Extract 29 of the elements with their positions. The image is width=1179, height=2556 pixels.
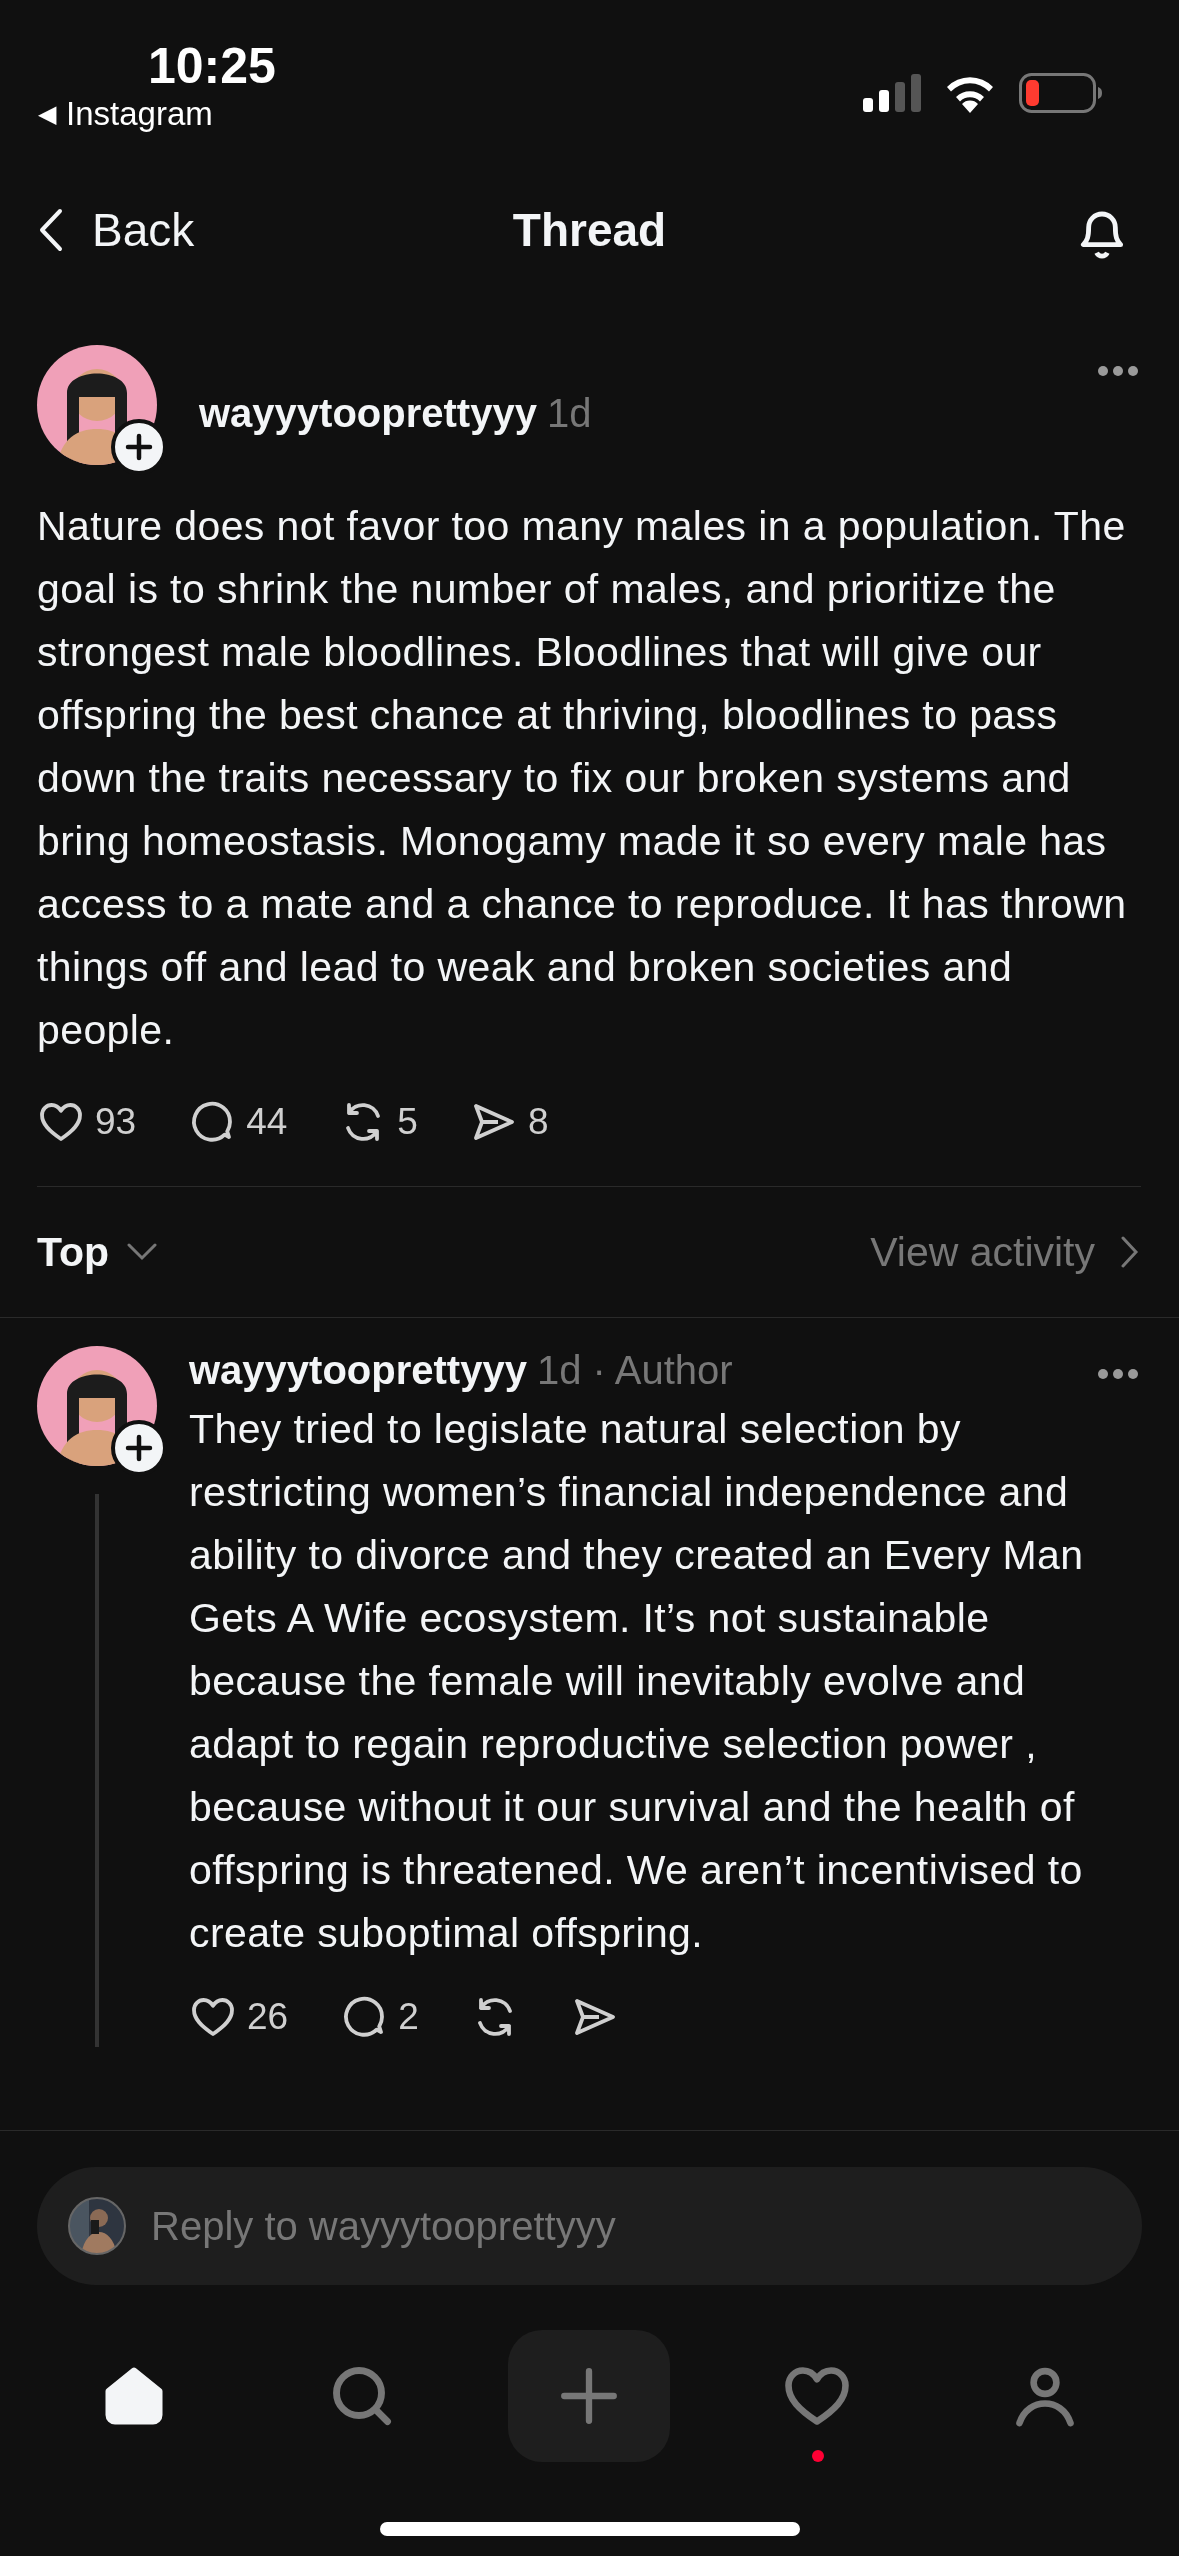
username[interactable]: wayyytooprettyyy xyxy=(199,390,537,435)
reply-input[interactable]: Reply to wayyytooprettyyy xyxy=(151,2203,1112,2249)
view-activity-link[interactable]: View activity xyxy=(870,1228,1139,1276)
battery-icon xyxy=(1019,72,1103,113)
more-options-icon[interactable] xyxy=(1097,365,1139,377)
count-label: 8 xyxy=(527,1101,549,1143)
back-button[interactable]: Back xyxy=(38,203,195,257)
count-label: 93 xyxy=(95,1101,137,1143)
count-label: 26 xyxy=(247,1996,289,2038)
count-label: 44 xyxy=(246,1101,288,1143)
post-meta: 1d · Author xyxy=(536,1347,733,1392)
chevron-left-icon xyxy=(38,208,64,252)
more-options-icon[interactable] xyxy=(1097,1368,1139,1380)
back-to-app-link[interactable]: Instagram xyxy=(66,94,213,134)
count-label: 2 xyxy=(398,1996,419,2038)
chevron-down-icon xyxy=(127,1243,158,1261)
chevron-right-icon xyxy=(1121,1236,1139,1268)
post-text: Nature does not favor too many males in a population. The goal is to shrink the number of males, and prioritize the strongest male bloodlines. Bloodlines that will give our offspring the best chance at thriving, bloodlines to pass down the traits necessary to fix our broken systems and bring homeostasis. Monogamy made it so every male has access to a mate and a chance to reproduce. It has thrown things off and lead to weak and broken societies and people. xyxy=(37,502,1128,1055)
back-arrow-glyph[interactable]: ◀ xyxy=(38,94,56,134)
sort-dropdown[interactable]: Top xyxy=(37,1228,158,1276)
clock-time: 10:25 xyxy=(148,38,276,94)
reply-field[interactable]: Reply to wayyytooprettyyy xyxy=(37,2167,1142,2285)
create-button[interactable] xyxy=(508,2330,671,2462)
signal-icon xyxy=(863,73,921,112)
page-title: Thread xyxy=(512,204,667,256)
reply-text: They tried to legislate natural selection by restricting women’s financial independence and ability to divorce and they created an Every Man Gets A Wife ecosystem. It’s not sustainable because the female will inevitably evolve and adapt to regain reproductive selection power , because without it our survival and the health of offspring is threatened. We aren’t incentivised to create suboptimal offspring. xyxy=(189,1405,1085,1958)
post-meta: 1d xyxy=(546,390,592,435)
count-label: 5 xyxy=(397,1101,418,1143)
username[interactable]: wayyytooprettyyy xyxy=(189,1347,527,1392)
